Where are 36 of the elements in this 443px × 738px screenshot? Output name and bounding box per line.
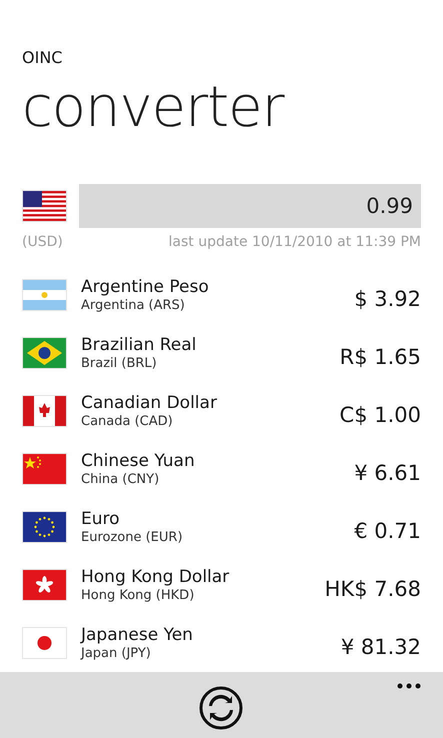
amount-field[interactable]: 0.99 bbox=[79, 184, 421, 228]
flag-icon bbox=[22, 279, 67, 311]
currency-name: Euro bbox=[81, 508, 120, 530]
currency-name: Chinese Yuan bbox=[81, 450, 195, 472]
currency-name: Hong Kong Dollar bbox=[81, 566, 230, 588]
currency-name: Brazilian Real bbox=[81, 334, 196, 356]
currency-code: (USD) bbox=[22, 233, 63, 252]
country-code: Eurozone (EUR) bbox=[81, 530, 183, 546]
converted-amount: HK$ 7.68 bbox=[324, 576, 421, 604]
country-code: Canada (CAD) bbox=[81, 414, 173, 430]
country-code: Hong Kong (HKD) bbox=[81, 588, 194, 604]
converted-amount: € 0.71 bbox=[354, 518, 421, 546]
flag-icon bbox=[22, 395, 67, 427]
country-code: Japan (JPY) bbox=[81, 646, 151, 662]
page-title: converter bbox=[22, 76, 284, 140]
app-name: OINC bbox=[22, 48, 62, 68]
country-code: China (CNY) bbox=[81, 472, 160, 488]
flag-icon bbox=[22, 453, 67, 485]
more-icon[interactable] bbox=[397, 683, 421, 689]
currency-name: Argentine Peso bbox=[81, 276, 209, 298]
flag-icon bbox=[22, 627, 67, 659]
converted-amount: ¥ 81.32 bbox=[340, 634, 421, 662]
flag-icon bbox=[22, 569, 67, 601]
flag-icon bbox=[22, 190, 67, 222]
country-code: Brazil (BRL) bbox=[81, 356, 157, 372]
refresh-icon[interactable] bbox=[199, 686, 243, 730]
converted-amount: $ 3.92 bbox=[354, 286, 421, 314]
converted-amount: ¥ 6.61 bbox=[354, 460, 421, 488]
flag-icon bbox=[22, 511, 67, 543]
converted-amount: C$ 1.00 bbox=[340, 402, 421, 430]
currency-name: Canadian Dollar bbox=[81, 392, 217, 414]
flag-icon bbox=[22, 337, 67, 369]
country-code: Argentina (ARS) bbox=[81, 298, 185, 314]
currency-name: Japanese Yen bbox=[81, 624, 193, 646]
converted-amount: R$ 1.65 bbox=[340, 344, 421, 372]
last-update-text: last update 10/11/2010 at 11:39 PM bbox=[168, 233, 421, 252]
